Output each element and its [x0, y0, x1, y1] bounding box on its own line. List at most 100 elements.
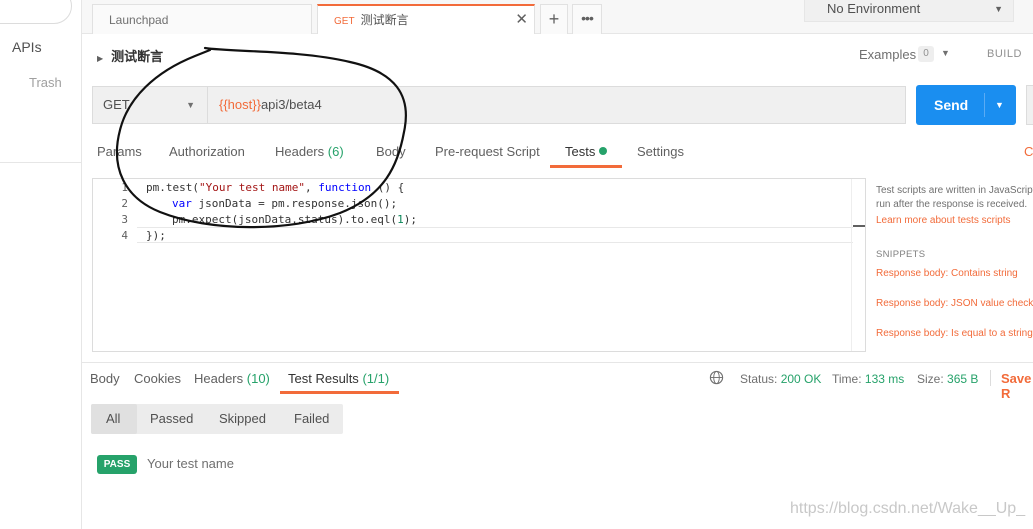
code-token: pm.expect(jsonData.status).to.eql(: [172, 213, 398, 226]
tab-label: Body: [376, 144, 406, 159]
code-keyword: function: [318, 181, 372, 194]
tab-label: Cookies: [134, 371, 181, 386]
code-line[interactable]: });: [146, 229, 166, 242]
active-tab-underline: [280, 391, 399, 394]
tab-headers[interactable]: Headers (6): [275, 144, 344, 159]
tab-label: Headers: [275, 144, 325, 159]
code-token: jsonData = pm.response.json();: [191, 197, 398, 210]
save-button[interactable]: [1026, 85, 1033, 125]
test-result-name: Your test name: [147, 456, 234, 471]
tab-label: Launchpad: [109, 13, 169, 27]
more-tabs-button[interactable]: •••: [572, 4, 602, 34]
watermark: https://blog.csdn.net/Wake__Up_: [790, 500, 1026, 517]
sidebar-search-field[interactable]: [0, 0, 72, 24]
tab-label: Tests: [565, 144, 596, 159]
close-icon[interactable]: ✕: [515, 6, 528, 34]
tab-label: Pre-request Script: [435, 144, 540, 159]
tab-tests[interactable]: Tests: [565, 144, 608, 159]
help-line: run after the response is received.: [876, 199, 1028, 210]
response-tab-test-results[interactable]: Test Results (1/1): [288, 371, 389, 386]
new-tab-button[interactable]: +: [540, 4, 568, 34]
chevron-down-icon: ▼: [994, 4, 1003, 14]
environment-select[interactable]: No Environment ▼: [804, 0, 1014, 22]
code-token: () {: [371, 181, 405, 194]
filter-skipped[interactable]: Skipped: [219, 411, 266, 426]
cookies-link[interactable]: Co: [1024, 144, 1033, 159]
time-readout: Time: 133 ms: [832, 372, 904, 386]
code-line[interactable]: var jsonData = pm.response.json();: [172, 197, 397, 210]
learn-more-link[interactable]: Learn more about tests scripts: [876, 215, 1011, 226]
save-response-button[interactable]: Save R: [1001, 371, 1033, 401]
separator: [990, 370, 991, 386]
response-divider: [82, 362, 1033, 363]
sidebar: APIs Trash: [0, 0, 82, 529]
response-tab-headers[interactable]: Headers (10): [194, 371, 270, 386]
filter-passed[interactable]: Passed: [150, 411, 193, 426]
send-button[interactable]: Send ▼: [916, 85, 1016, 125]
tab-label: 测试断言: [360, 13, 409, 27]
filter-all[interactable]: All: [106, 411, 120, 426]
line-number: 4: [121, 229, 128, 242]
tab-settings[interactable]: Settings: [637, 144, 684, 159]
chevron-down-icon: ▼: [186, 100, 195, 110]
code-keyword: var: [172, 197, 192, 210]
pass-badge: PASS: [97, 455, 137, 474]
build-mode-toggle[interactable]: BUILD: [987, 48, 1022, 60]
editor-scrollbar[interactable]: [851, 179, 865, 351]
method-select[interactable]: GET ▼: [92, 86, 208, 124]
active-tab-underline: [550, 165, 622, 168]
tab-label: Headers: [194, 371, 244, 386]
tab-launchpad[interactable]: Launchpad: [92, 4, 312, 34]
globe-icon[interactable]: [709, 370, 724, 385]
sidebar-divider: [0, 162, 82, 163]
scroll-position-marker: [853, 225, 865, 227]
result-filter-group: All Passed Skipped Failed: [91, 404, 343, 434]
snippet-link[interactable]: Response body: Contains string: [876, 268, 1018, 279]
line-number: 3: [121, 213, 128, 226]
request-name-label: 测试断言: [111, 49, 164, 64]
code-line[interactable]: pm.expect(jsonData.status).to.eql(1);: [172, 213, 417, 226]
environment-label: No Environment: [827, 1, 921, 16]
tab-test-assertion[interactable]: GET 测试断言 ✕: [317, 4, 535, 34]
size-label: Size:: [917, 372, 944, 386]
line-number: 2: [121, 197, 128, 210]
current-line-highlight: [137, 227, 853, 243]
send-label: Send: [934, 97, 969, 113]
help-line: Test scripts are written in JavaScript: [876, 185, 1033, 196]
tab-count: (10): [246, 371, 270, 386]
code-number: 1: [397, 213, 404, 226]
tab-pre-request-script[interactable]: Pre-request Script: [435, 144, 540, 159]
response-tab-cookies[interactable]: Cookies: [134, 371, 181, 386]
tab-authorization[interactable]: Authorization: [169, 144, 245, 159]
send-divider: [984, 93, 985, 117]
tab-params[interactable]: Params: [97, 144, 142, 159]
chevron-down-icon[interactable]: ▼: [941, 48, 950, 58]
tab-body[interactable]: Body: [376, 144, 406, 159]
status-readout: Status: 200 OK: [740, 372, 821, 386]
tab-count: (6): [327, 144, 344, 159]
tab-label: Body: [90, 371, 120, 386]
url-path: api3/beta4: [260, 97, 322, 112]
url-input[interactable]: {{host}}api3/beta4: [207, 86, 906, 124]
status-label: Status:: [740, 372, 778, 386]
response-tab-body[interactable]: Body: [90, 371, 120, 386]
size-value: 365 B: [947, 372, 979, 386]
caret-right-icon[interactable]: ▶: [97, 54, 103, 63]
request-name[interactable]: ▶ 测试断言: [97, 46, 163, 65]
code-line[interactable]: pm.test("Your test name", function () {: [146, 181, 404, 194]
examples-button[interactable]: Examples: [859, 47, 916, 62]
sidebar-item-apis[interactable]: APIs: [12, 39, 42, 55]
status-dot-icon: [599, 147, 608, 155]
snippet-link[interactable]: Response body: JSON value check: [876, 298, 1033, 309]
code-token: ,: [304, 181, 319, 194]
tab-count: (1/1): [362, 371, 390, 386]
status-value: 200 OK: [780, 372, 822, 386]
tab-method-badge: GET: [334, 16, 355, 27]
sidebar-trash-link[interactable]: Trash: [29, 75, 62, 90]
test-script-editor[interactable]: 1 2 3 4 pm.test("Your test name", functi…: [92, 178, 866, 352]
tab-label: Params: [97, 144, 142, 159]
chevron-down-icon[interactable]: ▼: [995, 85, 1004, 125]
examples-count-badge: 0: [918, 46, 934, 62]
snippet-link[interactable]: Response body: Is equal to a string: [876, 328, 1033, 339]
filter-failed[interactable]: Failed: [294, 411, 329, 426]
